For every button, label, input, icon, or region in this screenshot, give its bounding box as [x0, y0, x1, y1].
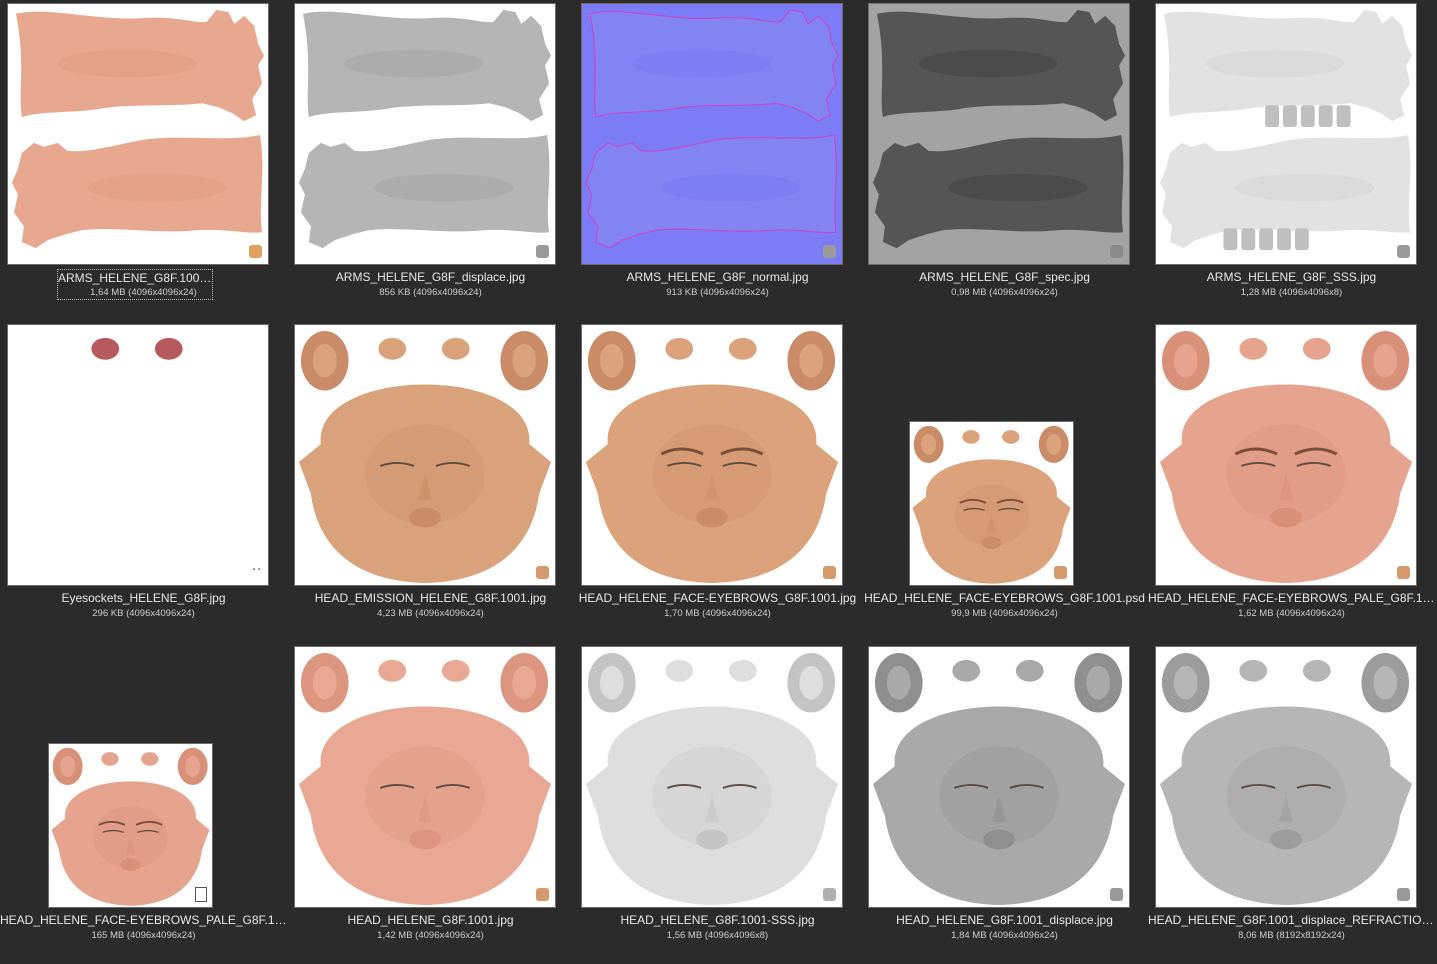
- file-name: HEAD_EMISSION_HELENE_G8F.1001.jpg: [314, 591, 547, 605]
- thumbnail-slot: [294, 646, 556, 908]
- file-name: HEAD_HELENE_G8F.1001_displace.jpg: [896, 913, 1113, 927]
- file-name: HEAD_HELENE_G8F.1001.jpg: [347, 913, 514, 927]
- thumbnail-slot: [581, 3, 843, 265]
- file-thumbnail[interactable]: [581, 324, 843, 586]
- file-meta: 913 KB (4096x4096x24): [666, 287, 769, 298]
- file-item[interactable]: ARMS_HELENE_G8F_SSS.jpg 1,28 MB (4096x409…: [1148, 0, 1435, 321]
- file-name: HEAD_HELENE_FACE-EYEBROWS_PALE_G8F.1001.…: [0, 913, 287, 927]
- texture-corner-icon: [823, 566, 836, 579]
- thumbnail-slot: [868, 646, 1130, 908]
- texture-corner-icon: [1397, 245, 1410, 258]
- file-name: ARMS_HELENE_G8F_normal.jpg: [626, 270, 809, 284]
- file-meta: 1,62 MB (4096x4096x24): [1238, 608, 1345, 619]
- file-item[interactable]: HEAD_HELENE_FACE-EYEBROWS_G8F.1001.psd 99…: [861, 321, 1148, 642]
- file-item[interactable]: HEAD_HELENE_G8F.1001-SSS.jpg 1,56 MB (409…: [574, 643, 861, 964]
- file-item[interactable]: HEAD_HELENE_FACE-EYEBROWS_PALE_G8F.1001.…: [0, 643, 287, 964]
- texture-corner-icon: [536, 245, 549, 258]
- file-meta: 1,56 MB (4096x4096x8): [666, 930, 769, 941]
- file-name: HEAD_HELENE_FACE-EYEBROWS_G8F.1001.jpg: [578, 591, 857, 605]
- thumbnail-slot: [7, 324, 269, 586]
- file-thumbnail[interactable]: [868, 646, 1130, 908]
- file-name: HEAD_HELENE_G8F.1001-SSS.jpg: [620, 913, 815, 927]
- file-thumbnail[interactable]: [1155, 3, 1417, 265]
- file-thumbnail[interactable]: [48, 743, 213, 908]
- thumbnail-slot: [294, 3, 556, 265]
- thumbnail-slot: [868, 3, 1130, 265]
- file-meta: 856 KB (4096x4096x24): [379, 287, 482, 298]
- thumbnail-slot: [7, 646, 269, 908]
- file-item[interactable]: ARMS_HELENE_G8F.1004.jpg 1,64 MB (4096x40…: [0, 0, 287, 321]
- file-thumbnail[interactable]: [868, 3, 1130, 265]
- file-thumbnail[interactable]: [581, 3, 843, 265]
- thumbnail-slot: [581, 324, 843, 586]
- file-thumbnail[interactable]: [7, 324, 269, 586]
- texture-corner-icon: [1397, 566, 1410, 579]
- file-thumbnail[interactable]: [294, 646, 556, 908]
- file-meta: 4,23 MB (4096x4096x24): [377, 608, 484, 619]
- file-meta: 1,64 MB (4096x4096x24): [90, 287, 197, 298]
- file-name: HEAD_HELENE_FACE-EYEBROWS_PALE_G8F.1001.…: [1148, 591, 1435, 605]
- file-meta: 165 MB (4096x4096x24): [91, 930, 196, 941]
- file-meta: 1,28 MB (4096x4096x8): [1240, 287, 1343, 298]
- file-item[interactable]: HEAD_EMISSION_HELENE_G8F.1001.jpg 4,23 MB…: [287, 321, 574, 642]
- file-meta: 99,9 MB (4096x4096x24): [951, 608, 1058, 619]
- file-thumbnail[interactable]: [294, 324, 556, 586]
- file-name: Eyesockets_HELENE_G8F.jpg: [61, 591, 226, 605]
- file-thumbnail[interactable]: [909, 421, 1074, 586]
- file-item[interactable]: ARMS_HELENE_G8F_spec.jpg 0,98 MB (4096x40…: [861, 0, 1148, 321]
- file-item[interactable]: HEAD_HELENE_FACE-EYEBROWS_G8F.1001.jpg 1,…: [574, 321, 861, 642]
- file-thumbnail[interactable]: [581, 646, 843, 908]
- thumbnail-slot: [581, 646, 843, 908]
- texture-corner-icon: [536, 888, 549, 901]
- file-meta: 0,98 MB (4096x4096x24): [951, 287, 1058, 298]
- thumbnail-slot: [1155, 646, 1417, 908]
- texture-corner-icon: [536, 566, 549, 579]
- texture-corner-icon: [249, 245, 262, 258]
- file-item[interactable]: HEAD_HELENE_G8F.1001_displace_REFRACTION…: [1148, 643, 1435, 964]
- texture-corner-icon: [823, 245, 836, 258]
- file-item[interactable]: ARMS_HELENE_G8F_displace.jpg 856 KB (4096…: [287, 0, 574, 321]
- file-meta: 1,84 MB (4096x4096x24): [951, 930, 1058, 941]
- file-meta: 1,42 MB (4096x4096x24): [377, 930, 484, 941]
- thumbnail-slot: [7, 3, 269, 265]
- file-thumbnail[interactable]: [1155, 646, 1417, 908]
- thumbnail-slot: [294, 324, 556, 586]
- file-item[interactable]: HEAD_HELENE_FACE-EYEBROWS_PALE_G8F.1001.…: [1148, 321, 1435, 642]
- texture-corner-icon: [1110, 888, 1123, 901]
- file-item[interactable]: Eyesockets_HELENE_G8F.jpg 296 KB (4096x40…: [0, 321, 287, 642]
- texture-corner-icon: [1054, 566, 1067, 579]
- texture-corner-icon: [1110, 245, 1123, 258]
- file-thumbnail[interactable]: [294, 3, 556, 265]
- file-name: ARMS_HELENE_G8F_SSS.jpg: [1206, 270, 1377, 284]
- file-name: ARMS_HELENE_G8F_displace.jpg: [335, 270, 526, 284]
- thumbnail-slot: [1155, 3, 1417, 265]
- file-meta: 8,06 MB (8192x8192x24): [1238, 930, 1345, 941]
- file-item[interactable]: HEAD_HELENE_G8F.1001_displace.jpg 1,84 MB…: [861, 643, 1148, 964]
- file-thumbnail[interactable]: [1155, 324, 1417, 586]
- file-item[interactable]: HEAD_HELENE_G8F.1001.jpg 1,42 MB (4096x40…: [287, 643, 574, 964]
- thumbnail-slot: [1155, 324, 1417, 586]
- file-item[interactable]: ARMS_HELENE_G8F_normal.jpg 913 KB (4096x4…: [574, 0, 861, 321]
- document-icon: [195, 887, 207, 902]
- texture-corner-icon: [1397, 888, 1410, 901]
- texture-corner-icon: [823, 888, 836, 901]
- file-thumbnail[interactable]: [7, 3, 269, 265]
- file-meta: 1,70 MB (4096x4096x24): [664, 608, 771, 619]
- file-meta: 296 KB (4096x4096x24): [92, 608, 195, 619]
- file-thumbnail-grid: ARMS_HELENE_G8F.1004.jpg 1,64 MB (4096x40…: [0, 0, 1437, 963]
- file-name: HEAD_HELENE_G8F.1001_displace_REFRACTION…: [1148, 913, 1435, 927]
- file-name: HEAD_HELENE_FACE-EYEBROWS_G8F.1001.psd: [864, 591, 1145, 605]
- thumbnail-slot: [868, 324, 1130, 586]
- file-name: ARMS_HELENE_G8F_spec.jpg: [919, 270, 1090, 284]
